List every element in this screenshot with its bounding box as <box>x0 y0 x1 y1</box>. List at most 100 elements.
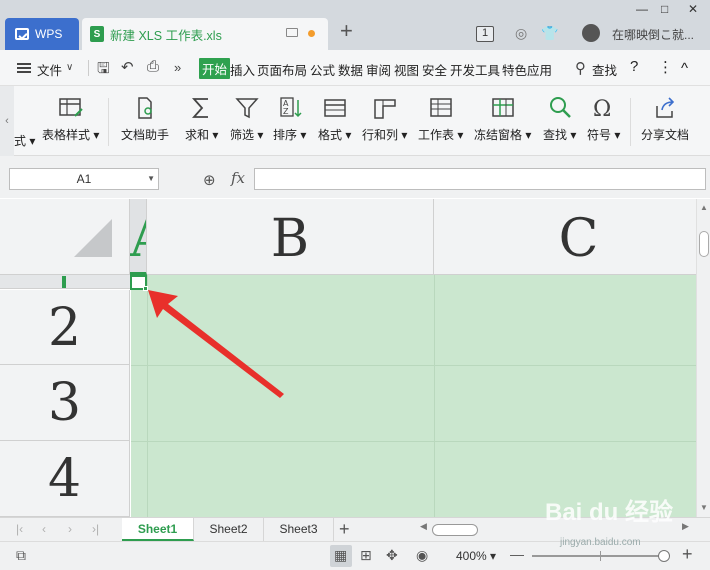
user-name[interactable]: 在哪映倒こ就... <box>612 26 698 43</box>
more-tools-icon[interactable]: » <box>174 60 181 75</box>
maximize-button[interactable]: □ <box>661 2 668 16</box>
worksheet-label: 工作表 ▾ <box>418 128 464 142</box>
formula-input[interactable] <box>254 168 706 190</box>
format-label: 格式 ▾ <box>318 128 352 142</box>
select-all-corner[interactable] <box>0 199 130 275</box>
tab-insert[interactable]: 插入 <box>230 60 255 79</box>
undo-icon[interactable]: ↶ <box>121 58 134 76</box>
scroll-down-icon[interactable]: ▼ <box>700 503 708 512</box>
tab-view[interactable]: 视图 <box>394 60 419 79</box>
format-button[interactable]: 格式 ▾ <box>318 94 351 143</box>
row-col-label: 行和列 ▾ <box>362 128 408 142</box>
eye-protection-icon[interactable]: ◉ <box>416 547 428 564</box>
sheet-tab-3[interactable]: Sheet3 <box>264 518 334 541</box>
row-1-selection-mark <box>62 276 66 288</box>
filter-button[interactable]: 筛选 ▾ <box>230 94 263 143</box>
last-sheet-icon[interactable]: ›| <box>92 522 99 536</box>
macro-record-icon[interactable]: ⧉ <box>16 547 26 564</box>
selected-range[interactable] <box>131 275 696 517</box>
tab-home[interactable]: 开始 <box>199 58 231 79</box>
ribbon-partial-label: 式 ▾ <box>14 134 36 148</box>
row-header-2[interactable]: 2 <box>0 290 130 365</box>
horizontal-scroll-thumb[interactable] <box>432 524 478 536</box>
svg-text:Z: Z <box>283 107 289 116</box>
row-col-button[interactable]: 行和列 ▾ <box>362 94 407 143</box>
scroll-left-icon[interactable]: ◀ <box>420 521 427 532</box>
help-button[interactable]: ? <box>630 58 638 75</box>
chevron-down-icon[interactable]: ▼ <box>147 169 155 189</box>
sum-button[interactable]: 求和 ▾ <box>185 94 218 143</box>
tab-developer[interactable]: 开发工具 <box>450 60 500 79</box>
search-icon[interactable]: ⚲ <box>575 59 586 77</box>
sort-button[interactable]: AZ 排序 ▾ <box>273 94 306 143</box>
next-sheet-icon[interactable]: › <box>68 522 72 536</box>
minimize-button[interactable]: — <box>636 2 648 16</box>
find-icon <box>549 97 571 118</box>
close-button[interactable]: ✕ <box>688 2 698 16</box>
share-document-button[interactable]: 分享文档 <box>641 94 689 143</box>
worksheet-button[interactable]: 工作表 ▾ <box>418 94 463 143</box>
hamburger-menu-icon[interactable] <box>17 63 31 73</box>
zoom-level[interactable]: 400% ▾ <box>456 549 496 563</box>
print-icon[interactable]: ⎙ <box>147 58 159 75</box>
spreadsheet-doc-icon: S <box>90 26 104 42</box>
window-count-badge[interactable]: 1 <box>476 26 494 42</box>
baidu-watermark: Bai du 经验 <box>545 499 674 526</box>
zoom-out-button[interactable]: — <box>510 546 524 562</box>
column-header-c[interactable]: C <box>434 199 696 275</box>
tab-security[interactable]: 安全 <box>422 60 447 79</box>
tab-features[interactable]: 特色应用 <box>502 60 552 79</box>
tab-page-layout[interactable]: 页面布局 <box>257 60 307 79</box>
file-menu[interactable]: 文件 <box>37 60 62 79</box>
first-sheet-icon[interactable]: |‹ <box>16 522 23 536</box>
chevron-down-icon[interactable]: ∨ <box>66 62 73 73</box>
collapse-ribbon-button[interactable]: ^ <box>681 60 688 77</box>
fill-handle[interactable] <box>143 286 148 291</box>
shirt-icon[interactable]: 👕 <box>541 25 558 42</box>
row-header-3[interactable]: 3 <box>0 365 130 441</box>
name-box[interactable]: A1 ▼ <box>9 168 159 190</box>
tab-review[interactable]: 审阅 <box>366 60 391 79</box>
skin-icon[interactable]: ◎ <box>515 25 527 42</box>
column-header-a[interactable]: A <box>130 199 147 275</box>
wps-home-tab[interactable]: WPS <box>5 18 79 50</box>
scroll-up-icon[interactable]: ▲ <box>700 203 708 212</box>
symbol-icon: Ω <box>593 97 611 122</box>
normal-view-icon[interactable]: ▦ <box>334 547 347 564</box>
prev-sheet-icon[interactable]: ‹ <box>42 522 46 536</box>
tab-formula[interactable]: 公式 <box>310 60 335 79</box>
sheet-tab-1[interactable]: Sheet1 <box>122 518 194 541</box>
zoom-search-icon[interactable]: ⊕ <box>203 171 216 189</box>
column-header-b[interactable]: B <box>147 199 434 275</box>
vertical-scrollbar[interactable]: ▲ ▼ <box>696 199 710 517</box>
freeze-panes-button[interactable]: 冻结窗格 ▾ <box>474 94 531 143</box>
row-header-1[interactable] <box>0 275 130 289</box>
vertical-scroll-thumb[interactable] <box>699 231 709 257</box>
sheet-tab-2[interactable]: Sheet2 <box>194 518 264 541</box>
add-sheet-button[interactable]: + <box>339 518 350 540</box>
row-header-4[interactable]: 4 <box>0 441 130 517</box>
title-bar: WPS S 新建 XLS 工作表.xls + 1 ◎ 👕 在哪映倒こ就... —… <box>0 0 710 50</box>
new-tab-button[interactable]: + <box>340 20 353 42</box>
symbol-button[interactable]: Ω 符号 ▾ <box>587 94 620 143</box>
reading-mode-icon[interactable]: ✥ <box>386 547 398 564</box>
tab-data[interactable]: 数据 <box>338 60 363 79</box>
more-options-button[interactable]: ⋮ <box>658 58 673 76</box>
zoom-in-button[interactable]: + <box>682 544 693 565</box>
user-avatar[interactable] <box>582 24 600 42</box>
save-icon[interactable]: 🖫 <box>97 58 110 83</box>
find-button[interactable]: 查找 ▾ <box>543 94 576 143</box>
ribbon-partial-button[interactable]: 式 ▾ <box>14 128 35 149</box>
spreadsheet-grid[interactable]: A B C 2 3 4 <box>0 199 696 517</box>
monitor-icon[interactable] <box>286 28 298 37</box>
table-style-button[interactable]: 表格样式 ▾ <box>42 94 99 143</box>
doc-assistant-button[interactable]: 文档助手 <box>121 94 169 143</box>
symbol-label: 符号 ▾ <box>587 128 621 142</box>
zoom-slider-thumb[interactable] <box>658 550 670 562</box>
ribbon-scroll-left-icon[interactable]: ‹ <box>0 86 14 156</box>
search-button[interactable]: 查找 <box>592 60 617 79</box>
scroll-right-icon[interactable]: ▶ <box>682 521 689 532</box>
page-break-view-icon[interactable]: ⊞ <box>360 547 372 564</box>
freeze-panes-label: 冻结窗格 ▾ <box>474 128 532 142</box>
function-icon[interactable]: fx <box>231 169 245 187</box>
